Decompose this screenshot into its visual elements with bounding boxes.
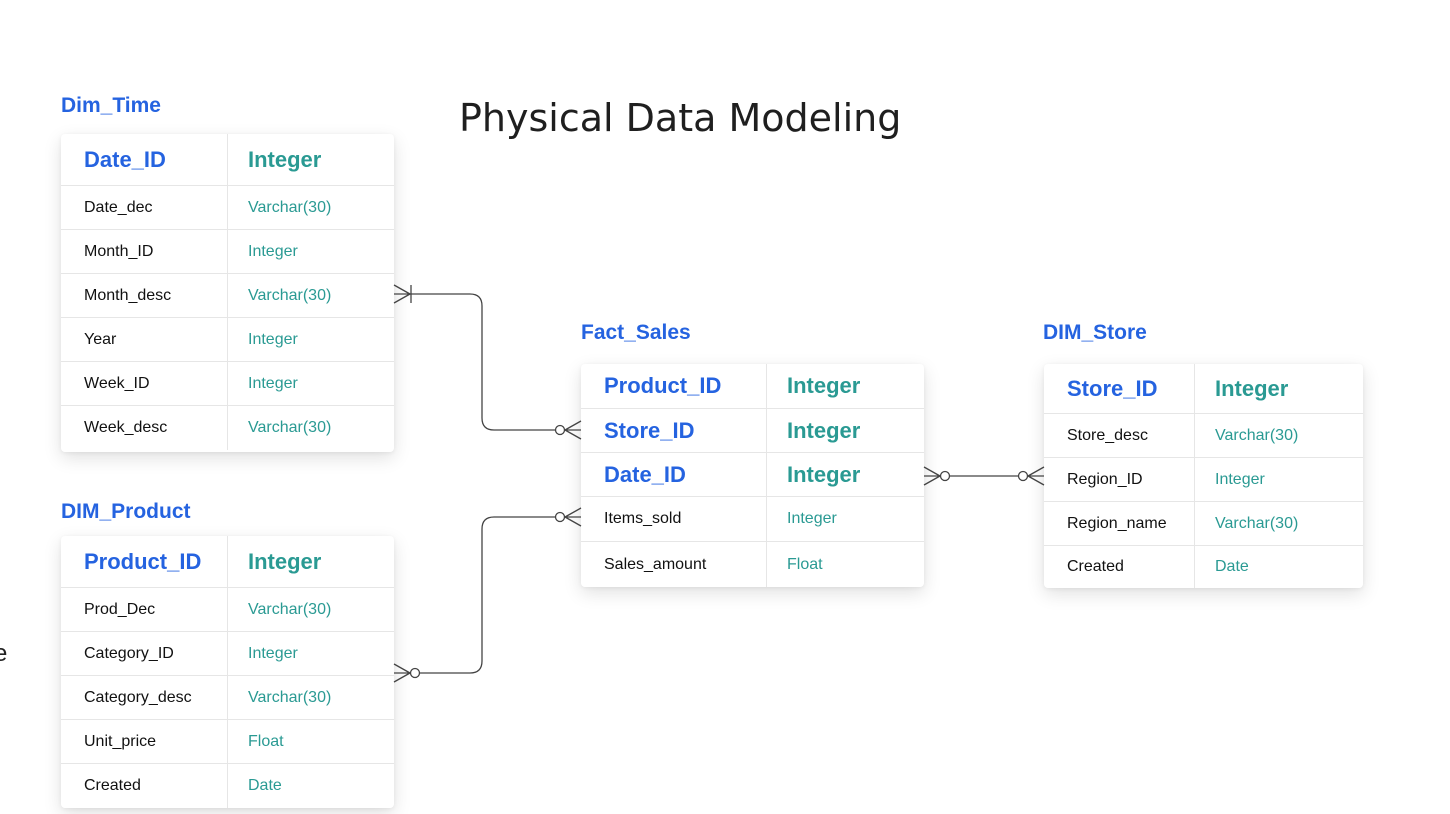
field-name: Region_ID — [1044, 458, 1195, 501]
field-type: Integer — [1215, 470, 1265, 488]
table-row[interactable]: Unit_price Float — [61, 720, 394, 764]
connector-dim-time-fact-sales — [394, 293, 581, 431]
crows-foot-icon — [393, 284, 411, 304]
field-type: Varchar(30) — [248, 286, 332, 304]
field-name: Created — [61, 764, 228, 808]
field-name: Unit_price — [61, 720, 228, 763]
crows-foot-icon — [1027, 466, 1045, 486]
crows-foot-icon — [564, 507, 582, 527]
connector-dim-product-fact-sales — [394, 516, 581, 674]
field-name: Items_sold — [581, 497, 767, 541]
field-type: Integer — [248, 644, 298, 662]
table-row-key[interactable]: Product_ID Integer — [581, 364, 924, 409]
table-row[interactable]: Region_name Varchar(30) — [1044, 502, 1363, 546]
field-name: Month_ID — [61, 230, 228, 273]
field-name: Store_desc — [1044, 414, 1195, 457]
zero-circle-icon — [554, 511, 566, 523]
crows-foot-icon — [564, 420, 582, 440]
zero-circle-icon — [1017, 470, 1029, 482]
field-type: Varchar(30) — [248, 419, 332, 436]
table-row[interactable]: Date_dec Varchar(30) — [61, 186, 394, 230]
field-name: Date_ID — [581, 453, 767, 496]
zero-circle-icon — [409, 667, 421, 679]
table-dim-store[interactable]: Store_ID Integer Store_desc Varchar(30) … — [1044, 364, 1363, 588]
field-name: Prod_Dec — [61, 588, 228, 631]
field-type: Integer — [787, 417, 861, 443]
table-row[interactable]: Store_desc Varchar(30) — [1044, 414, 1363, 458]
field-type: Varchar(30) — [248, 688, 332, 706]
field-type: Integer — [248, 242, 298, 260]
table-row[interactable]: Items_sold Integer — [581, 497, 924, 542]
table-row[interactable]: Created Date — [1044, 546, 1363, 588]
field-type: Varchar(30) — [248, 198, 332, 216]
field-type: Integer — [787, 373, 861, 398]
field-name: Product_ID — [581, 364, 767, 408]
field-name: Created — [1044, 546, 1195, 588]
field-type: Integer — [248, 374, 298, 392]
field-type: Float — [787, 555, 823, 573]
field-type: Integer — [1215, 375, 1289, 401]
table-row-key[interactable]: Product_ID Integer — [61, 536, 394, 588]
field-type: Date — [248, 777, 282, 794]
table-row[interactable]: Category_desc Varchar(30) — [61, 676, 394, 720]
table-label-dim-store: DIM_Store — [1043, 321, 1147, 344]
field-type: Integer — [787, 510, 837, 527]
field-type: Integer — [787, 461, 861, 487]
table-row[interactable]: Week_desc Varchar(30) — [61, 406, 394, 450]
table-label-dim-product: DIM_Product — [61, 500, 191, 523]
zero-circle-icon — [939, 470, 951, 482]
table-label-fact-sales: Fact_Sales — [581, 321, 691, 344]
field-name: Store_ID — [581, 409, 767, 452]
table-dim-time[interactable]: Date_ID Integer Date_dec Varchar(30) Mon… — [61, 134, 394, 452]
table-row-key[interactable]: Date_ID Integer — [61, 134, 394, 186]
table-row[interactable]: Category_ID Integer — [61, 632, 394, 676]
field-name: Week_ID — [61, 362, 228, 405]
table-row-key[interactable]: Store_ID Integer — [581, 409, 924, 453]
table-row[interactable]: Prod_Dec Varchar(30) — [61, 588, 394, 632]
field-name: Sales_amount — [581, 542, 767, 587]
field-name: Year — [61, 318, 228, 361]
field-name: Week_desc — [61, 406, 228, 450]
table-row[interactable]: Month_ID Integer — [61, 230, 394, 274]
field-type: Integer — [248, 146, 322, 172]
table-row[interactable]: Created Date — [61, 764, 394, 808]
field-name: Category_desc — [61, 676, 228, 719]
field-name: Date_ID — [61, 134, 228, 185]
table-row[interactable]: Month_desc Varchar(30) — [61, 274, 394, 318]
table-label-dim-time: Dim_Time — [61, 94, 161, 117]
field-type: Integer — [248, 548, 322, 574]
field-type: Integer — [248, 330, 298, 348]
table-row[interactable]: Week_ID Integer — [61, 362, 394, 406]
table-fact-sales[interactable]: Product_ID Integer Store_ID Integer Date… — [581, 364, 924, 587]
field-name: Month_desc — [61, 274, 228, 317]
table-row[interactable]: Year Integer — [61, 318, 394, 362]
field-name: Store_ID — [1044, 364, 1195, 413]
table-row[interactable]: Region_ID Integer — [1044, 458, 1363, 502]
field-name: Region_name — [1044, 502, 1195, 545]
field-type: Varchar(30) — [1215, 426, 1299, 444]
zero-circle-icon — [554, 424, 566, 436]
page-title: Physical Data Modeling — [459, 96, 902, 140]
field-name: Date_dec — [61, 186, 228, 229]
field-name: Product_ID — [61, 536, 228, 587]
field-name: Category_ID — [61, 632, 228, 675]
field-type: Varchar(30) — [1215, 514, 1299, 532]
table-row-key[interactable]: Store_ID Integer — [1044, 364, 1363, 414]
cropped-text-fragment: e — [0, 640, 8, 667]
table-dim-product[interactable]: Product_ID Integer Prod_Dec Varchar(30) … — [61, 536, 394, 808]
field-type: Varchar(30) — [248, 600, 332, 618]
field-type: Float — [248, 732, 284, 750]
table-row-key[interactable]: Date_ID Integer — [581, 453, 924, 497]
table-row[interactable]: Sales_amount Float — [581, 542, 924, 587]
crows-foot-icon — [393, 663, 411, 683]
crows-foot-icon — [923, 466, 941, 486]
field-type: Date — [1215, 558, 1249, 575]
